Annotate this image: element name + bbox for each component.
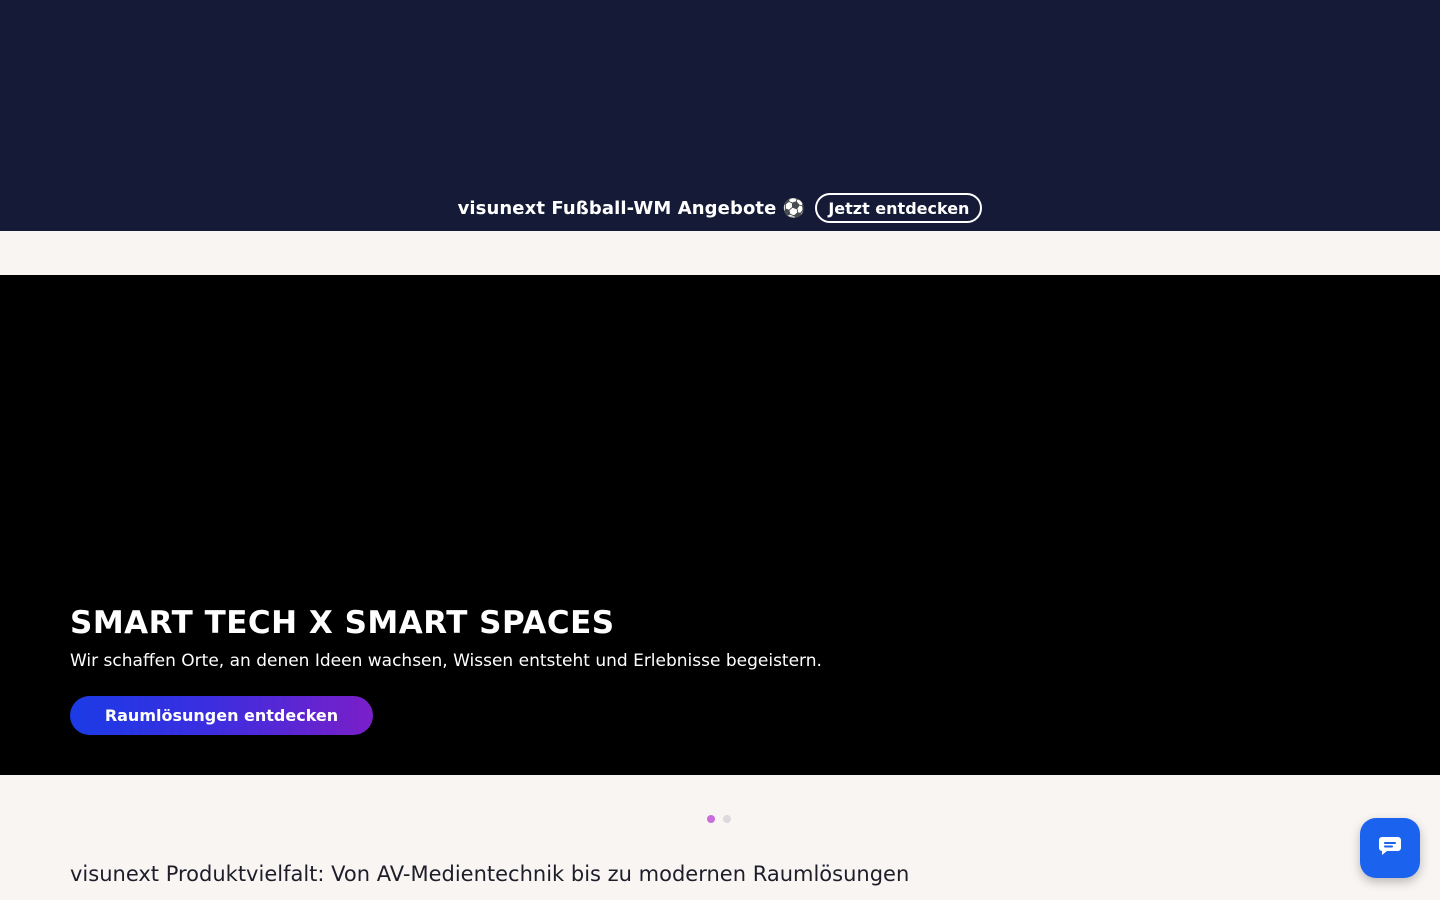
discover-room-solutions-button[interactable]: Raumlösungen entdecken: [70, 696, 373, 735]
chat-bubble-icon: [1378, 836, 1402, 860]
hero-slider: SMART TECH X SMART SPACES Wir schaffen O…: [0, 275, 1440, 775]
section-heading: visunext Produktvielfalt: Von AV-Medient…: [70, 862, 910, 886]
slider-pagination: [707, 815, 731, 823]
promo-row: visunext Fußball-WM Angebote ⚽ Jetzt ent…: [0, 193, 1440, 223]
hero-title: SMART TECH X SMART SPACES: [70, 605, 615, 641]
hero-subtitle: Wir schaffen Orte, an denen Ideen wachse…: [70, 651, 822, 671]
header-strip: [0, 231, 1440, 275]
promo-banner: visunext Fußball-WM Angebote ⚽ Jetzt ent…: [0, 0, 1440, 231]
promo-text: visunext Fußball-WM Angebote ⚽: [457, 197, 806, 219]
slider-dot-2[interactable]: [723, 815, 731, 823]
chat-button[interactable]: [1360, 818, 1420, 878]
discover-now-button[interactable]: Jetzt entdecken: [815, 193, 983, 223]
slider-dot-1[interactable]: [707, 815, 715, 823]
